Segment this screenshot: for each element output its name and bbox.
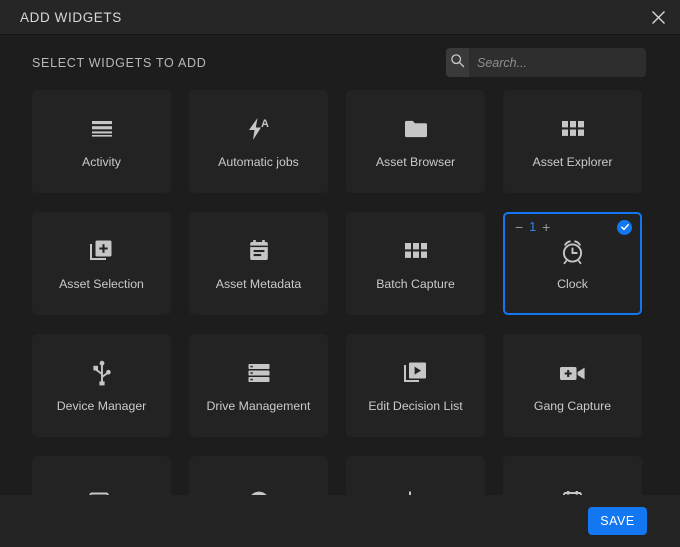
widget-card-label: Gang Capture xyxy=(533,399,612,413)
widget-card-label: Device Manager xyxy=(56,399,147,413)
widget-card[interactable]: Activity xyxy=(32,90,171,193)
add-to-list-icon xyxy=(88,487,115,495)
section-label: SELECT WIDGETS TO ADD xyxy=(32,55,207,70)
server-stack-icon xyxy=(247,358,271,388)
folder-icon xyxy=(403,114,429,144)
play-layers-icon xyxy=(403,358,428,388)
dialog-titlebar: ADD WIDGETS xyxy=(0,0,680,35)
stepper-increment-button[interactable]: + xyxy=(542,220,550,234)
widget-card-label: Asset Metadata xyxy=(215,277,302,291)
dialog-title: ADD WIDGETS xyxy=(20,9,122,25)
alarm-clock-icon xyxy=(559,236,586,266)
widget-card-label: Edit Decision List xyxy=(368,399,463,413)
widget-card-label: Clock xyxy=(557,277,588,291)
widget-card[interactable] xyxy=(346,456,485,495)
widget-card-label: Activity xyxy=(82,155,121,169)
widget-card-label: Batch Capture xyxy=(376,277,455,291)
save-button[interactable]: SAVE xyxy=(588,507,647,535)
film-reel-icon xyxy=(247,487,271,495)
widget-card[interactable] xyxy=(189,456,328,495)
widget-card-label: Asset Selection xyxy=(59,277,144,291)
dialog-footer: SAVE xyxy=(0,495,680,547)
lightning-bolt-a-icon: A xyxy=(246,114,272,144)
search-box[interactable] xyxy=(446,48,646,77)
widget-card[interactable]: A Automatic jobs xyxy=(189,90,328,193)
search-input[interactable] xyxy=(469,48,646,77)
widget-card[interactable]: Asset Explorer xyxy=(503,90,642,193)
search-button[interactable] xyxy=(446,48,469,77)
clipboard-lines-icon xyxy=(248,236,270,266)
widget-card[interactable]: Asset Metadata xyxy=(189,212,328,315)
widget-card-label: Asset Browser xyxy=(375,155,456,169)
notepad-icon xyxy=(562,487,583,495)
widget-card-label: Automatic jobs xyxy=(218,155,299,169)
close-button[interactable] xyxy=(636,0,680,34)
widget-card[interactable]: Asset Selection xyxy=(32,212,171,315)
widget-card[interactable]: Asset Browser xyxy=(346,90,485,193)
crop-icon xyxy=(404,487,428,495)
selected-check-badge[interactable] xyxy=(617,220,632,235)
dialog-subheader: SELECT WIDGETS TO ADD xyxy=(0,35,680,90)
grid-squares-icon xyxy=(404,236,428,266)
grid-squares-icon xyxy=(561,114,585,144)
usb-icon xyxy=(91,358,113,388)
widget-card[interactable]: Gang Capture xyxy=(503,334,642,437)
svg-text:A: A xyxy=(261,118,269,130)
stepper-decrement-button[interactable]: − xyxy=(515,220,523,234)
widget-card[interactable]: Drive Management xyxy=(189,334,328,437)
widget-card[interactable]: Batch Capture xyxy=(346,212,485,315)
widgets-scroll-area[interactable]: Activity A Automatic jobs Asset Browser … xyxy=(0,90,680,495)
list-lines-icon xyxy=(90,114,114,144)
widget-card[interactable] xyxy=(32,456,171,495)
widget-card[interactable] xyxy=(503,456,642,495)
search-icon xyxy=(450,53,465,73)
check-badge-icon xyxy=(620,219,630,237)
add-widgets-dialog: ADD WIDGETS SELECT WIDGETS TO ADD Search… xyxy=(0,0,680,547)
widget-card-label: Asset Explorer xyxy=(532,155,613,169)
quantity-stepper[interactable]: −1 + xyxy=(515,220,550,234)
video-camera-plus-icon xyxy=(559,358,586,388)
widget-card[interactable]: −1 + Clock xyxy=(503,212,642,315)
widget-card[interactable]: Device Manager xyxy=(32,334,171,437)
close-icon xyxy=(651,10,666,25)
stepper-count: 1 xyxy=(529,219,537,234)
widgets-grid: Activity A Automatic jobs Asset Browser … xyxy=(32,90,648,495)
widget-card[interactable]: Edit Decision List xyxy=(346,334,485,437)
square-plus-stack-icon xyxy=(89,236,114,266)
widget-card-label: Drive Management xyxy=(206,399,311,413)
